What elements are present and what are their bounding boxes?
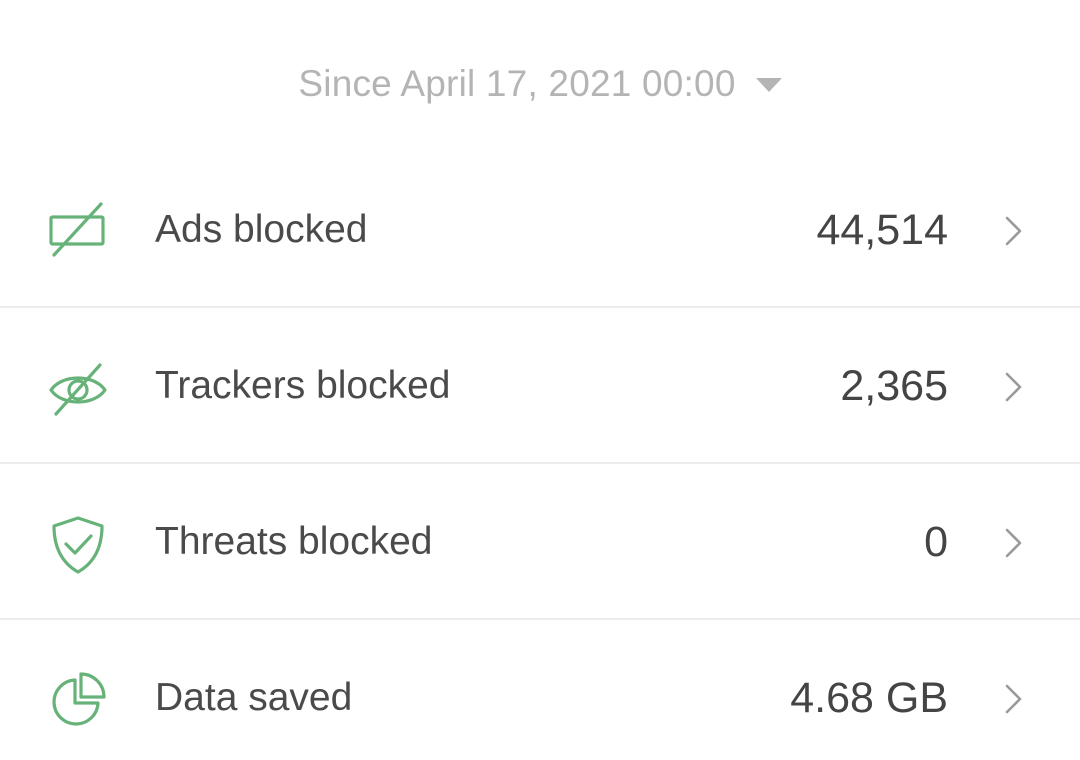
period-selector[interactable]: Since April 17, 2021 00:00 <box>0 52 1080 116</box>
chevron-right-icon <box>1005 216 1022 246</box>
pie-chart-icon <box>52 672 106 726</box>
stat-row-trackers-blocked[interactable]: Trackers blocked 2,365 <box>0 308 1080 464</box>
eye-slash-icon <box>49 363 107 416</box>
stat-value: 0 <box>924 518 948 566</box>
chevron-right-icon <box>1005 684 1022 714</box>
chevron-right-icon <box>1005 528 1022 558</box>
caret-down-icon <box>755 78 782 92</box>
ad-blocked-icon <box>49 202 105 257</box>
stat-label: Data saved <box>155 676 353 719</box>
chevron-right-icon <box>1005 372 1022 402</box>
stat-label: Trackers blocked <box>155 364 451 407</box>
stat-value: 2,365 <box>840 362 948 410</box>
stat-value: 44,514 <box>816 206 948 254</box>
shield-check-icon <box>52 516 104 574</box>
period-label: Since April 17, 2021 00:00 <box>298 63 736 104</box>
stat-row-threats-blocked[interactable]: Threats blocked 0 <box>0 464 1080 620</box>
stat-label: Ads blocked <box>155 208 368 251</box>
stat-value: 4.68 GB <box>790 674 948 722</box>
statistics-screen: Since April 17, 2021 00:00 Ads blocked 4… <box>0 0 1080 760</box>
stats-list: Ads blocked 44,514 Trackers blocked 2,36… <box>0 152 1080 760</box>
stat-label: Threats blocked <box>155 520 433 563</box>
stat-row-ads-blocked[interactable]: Ads blocked 44,514 <box>0 152 1080 308</box>
stat-row-data-saved[interactable]: Data saved 4.68 GB <box>0 620 1080 760</box>
